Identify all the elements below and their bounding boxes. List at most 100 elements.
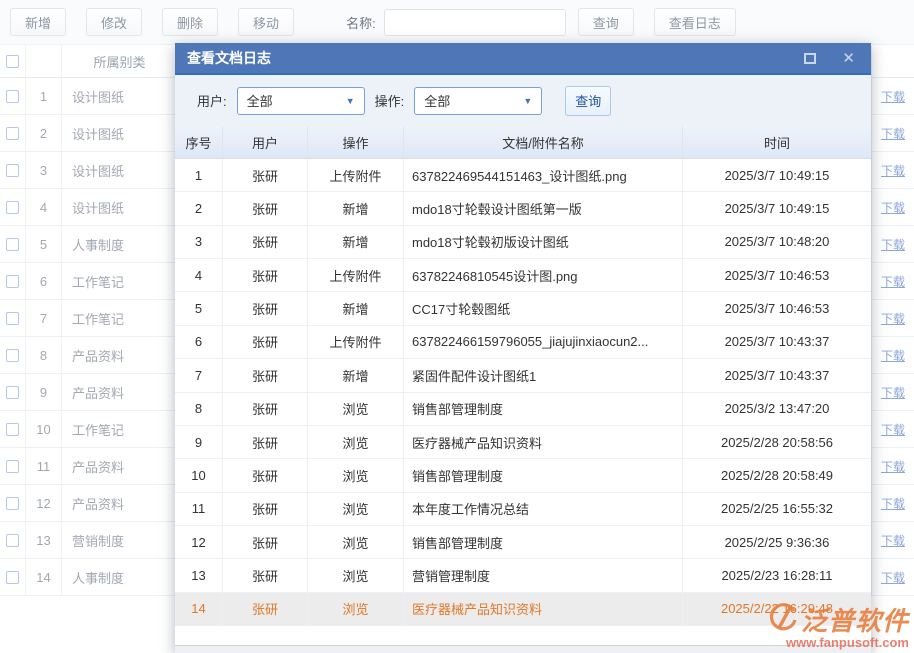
name-input[interactable] (384, 9, 566, 36)
row-index: 14 (26, 559, 62, 595)
download-link[interactable]: 下载 (881, 495, 905, 512)
row-index: 3 (26, 152, 62, 188)
row-checkbox[interactable] (6, 164, 19, 177)
name-label: 名称: (346, 13, 376, 32)
log-operation: 浏览 (308, 526, 404, 558)
category-column-header: 所属别类 (62, 52, 177, 71)
log-user: 张研 (223, 326, 308, 358)
download-link[interactable]: 下载 (881, 125, 905, 142)
log-row[interactable]: 1 张研 上传附件 637822469544151463_设计图纸.png 20… (175, 159, 871, 192)
log-no: 2 (175, 192, 223, 224)
add-button[interactable]: 新增 (10, 8, 66, 36)
log-no: 12 (175, 526, 223, 558)
index-column-header (26, 45, 62, 77)
col-doc-name: 文档/附件名称 (404, 126, 683, 158)
row-category: 产品资料 (62, 346, 177, 365)
log-row[interactable]: 11 张研 浏览 本年度工作情况总结 2025/2/25 16:55:32 (175, 493, 871, 526)
row-index: 5 (26, 226, 62, 262)
log-user: 张研 (223, 426, 308, 458)
row-checkbox[interactable] (6, 349, 19, 362)
log-user: 张研 (223, 192, 308, 224)
log-user: 张研 (223, 259, 308, 291)
col-time: 时间 (683, 126, 871, 158)
row-checkbox[interactable] (6, 90, 19, 103)
operation-select[interactable]: 全部 ▼ (414, 87, 542, 115)
operation-select-value: 全部 (424, 91, 450, 110)
log-time: 2025/2/25 16:55:32 (683, 493, 871, 525)
download-link[interactable]: 下载 (881, 532, 905, 549)
row-category: 设计图纸 (62, 124, 177, 143)
log-operation: 浏览 (308, 559, 404, 591)
row-category: 工作笔记 (62, 272, 177, 291)
download-link[interactable]: 下载 (881, 384, 905, 401)
download-link[interactable]: 下载 (881, 88, 905, 105)
log-doc-name: 营销管理制度 (404, 559, 683, 591)
row-checkbox[interactable] (6, 571, 19, 584)
modify-button[interactable]: 修改 (86, 8, 142, 36)
row-checkbox[interactable] (6, 312, 19, 325)
log-doc-name: CC17寸轮毂图纸 (404, 292, 683, 324)
log-row[interactable]: 10 张研 浏览 销售部管理制度 2025/2/28 20:58:49 (175, 459, 871, 492)
row-checkbox[interactable] (6, 534, 19, 547)
download-link[interactable]: 下载 (881, 458, 905, 475)
log-user: 张研 (223, 526, 308, 558)
row-checkbox[interactable] (6, 201, 19, 214)
log-operation: 新增 (308, 359, 404, 391)
download-link[interactable]: 下载 (881, 421, 905, 438)
select-all-checkbox[interactable] (6, 55, 19, 68)
log-filter-bar: 用户: 全部 ▼ 操作: 全部 ▼ 查询 (175, 75, 871, 126)
row-category: 工作笔记 (62, 309, 177, 328)
row-category: 产品资料 (62, 457, 177, 476)
maximize-icon[interactable] (804, 53, 816, 64)
log-time: 2025/2/22 16:29:48 (683, 593, 871, 625)
log-row[interactable]: 6 张研 上传附件 637822466159796055_jiajujinxia… (175, 326, 871, 359)
log-row[interactable]: 4 张研 上传附件 63782246810545设计图.png 2025/3/7… (175, 259, 871, 292)
log-doc-name: mdo18寸轮毂设计图纸第一版 (404, 192, 683, 224)
download-link[interactable]: 下载 (881, 273, 905, 290)
row-index: 10 (26, 411, 62, 447)
log-operation: 上传附件 (308, 259, 404, 291)
log-row[interactable]: 13 张研 浏览 营销管理制度 2025/2/23 16:28:11 (175, 559, 871, 592)
search-button[interactable]: 查询 (578, 8, 634, 36)
main-toolbar: 新增 修改 删除 移动 名称: 查询 查看日志 (0, 0, 914, 44)
log-query-button[interactable]: 查询 (565, 86, 611, 116)
download-link[interactable]: 下载 (881, 162, 905, 179)
log-row[interactable]: 5 张研 新增 CC17寸轮毂图纸 2025/3/7 10:46:53 (175, 292, 871, 325)
row-checkbox[interactable] (6, 127, 19, 140)
log-row[interactable]: 8 张研 浏览 销售部管理制度 2025/3/2 13:47:20 (175, 393, 871, 426)
log-row[interactable]: 7 张研 新增 紧固件配件设计图纸1 2025/3/7 10:43:37 (175, 359, 871, 392)
row-checkbox[interactable] (6, 386, 19, 399)
move-button[interactable]: 移动 (238, 8, 294, 36)
view-log-button[interactable]: 查看日志 (654, 8, 736, 36)
row-index: 9 (26, 374, 62, 410)
log-doc-name: 63782246810545设计图.png (404, 259, 683, 291)
log-doc-name: 销售部管理制度 (404, 526, 683, 558)
log-no: 5 (175, 292, 223, 324)
download-link[interactable]: 下载 (881, 310, 905, 327)
download-link[interactable]: 下载 (881, 347, 905, 364)
log-row[interactable]: 14 张研 浏览 医疗器械产品知识资料 2025/2/22 16:29:48 (175, 593, 871, 626)
delete-button[interactable]: 删除 (162, 8, 218, 36)
download-link[interactable]: 下载 (881, 236, 905, 253)
log-no: 8 (175, 393, 223, 425)
row-checkbox[interactable] (6, 275, 19, 288)
download-link[interactable]: 下载 (881, 569, 905, 586)
log-row[interactable]: 12 张研 浏览 销售部管理制度 2025/2/25 9:36:36 (175, 526, 871, 559)
row-checkbox[interactable] (6, 460, 19, 473)
row-checkbox[interactable] (6, 238, 19, 251)
log-operation: 上传附件 (308, 326, 404, 358)
log-row[interactable]: 9 张研 浏览 医疗器械产品知识资料 2025/2/28 20:58:56 (175, 426, 871, 459)
row-category: 设计图纸 (62, 161, 177, 180)
log-row[interactable]: 3 张研 新增 mdo18寸轮毂初版设计图纸 2025/3/7 10:48:20 (175, 226, 871, 259)
log-time: 2025/2/23 16:28:11 (683, 559, 871, 591)
log-operation: 新增 (308, 192, 404, 224)
log-no: 4 (175, 259, 223, 291)
close-icon[interactable]: ✕ (842, 51, 855, 66)
log-user: 张研 (223, 593, 308, 625)
row-checkbox[interactable] (6, 497, 19, 510)
row-checkbox[interactable] (6, 423, 19, 436)
row-index: 8 (26, 337, 62, 373)
user-select[interactable]: 全部 ▼ (237, 87, 365, 115)
log-row[interactable]: 2 张研 新增 mdo18寸轮毂设计图纸第一版 2025/3/7 10:49:1… (175, 192, 871, 225)
download-link[interactable]: 下载 (881, 199, 905, 216)
